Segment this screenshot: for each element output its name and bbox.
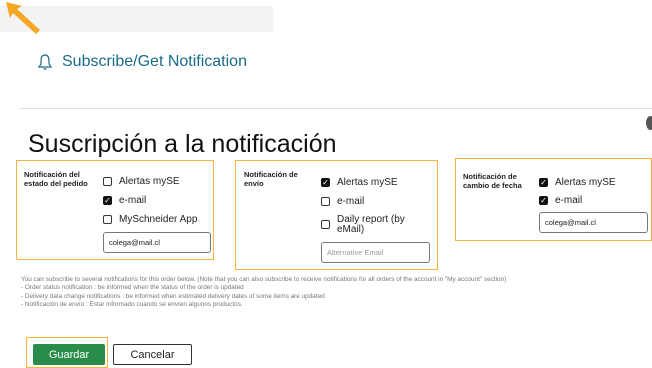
save-button[interactable]: Guardar [33,344,105,365]
info-line: - Notificación de envío : Estar informad… [21,301,243,309]
order-status-option-alertas[interactable]: Alertas mySE [103,176,180,187]
option-label: e-mail [555,195,583,206]
checkbox-email[interactable] [321,197,330,206]
option-label: Alertas mySE [337,177,398,188]
arrow-icon [6,2,40,34]
close-icon[interactable] [646,116,652,130]
checkbox-daily-report[interactable] [321,220,330,229]
shipping-option-daily[interactable]: Daily report (by eMail) [321,215,417,235]
date-change-option-alertas[interactable]: ✓ Alertas mySE [539,177,616,188]
date-change-option-email[interactable]: ✓ e-mail [539,195,582,206]
order-status-label: Notificación del estado del pedido [24,170,88,188]
modal-title: Suscripción a la notificación [28,130,337,158]
subscribe-link-label: Subscribe/Get Notification [62,53,247,70]
option-label: Daily report (by eMail) [337,214,405,235]
checkbox-alertas[interactable] [103,177,112,186]
check-icon[interactable]: ✓ [539,196,548,205]
option-label: Alertas mySE [555,177,616,188]
shipping-option-email[interactable]: e-mail [321,196,364,207]
divider [19,108,652,109]
cancel-button[interactable]: Cancelar [113,344,192,365]
info-line: - Order status notification : be informe… [21,284,244,292]
order-status-option-email[interactable]: ✓ e-mail [103,195,146,206]
checkbox-myschneider-app[interactable] [103,215,112,224]
order-status-option-app[interactable]: MySchneider App [103,214,197,225]
option-label: e-mail [337,196,365,207]
info-line: You can subscribe to several notificatio… [21,276,507,283]
check-icon[interactable]: ✓ [321,178,330,187]
subscribe-link[interactable]: Subscribe/Get Notification [36,50,247,74]
info-line: - Delivery data change notifications : b… [21,292,325,300]
option-label: MySchneider App [119,214,198,225]
order-status-email-field[interactable]: colega@mail.cl [103,232,211,253]
option-label: Alertas mySE [119,176,180,187]
bell-icon [37,54,53,70]
check-icon[interactable]: ✓ [103,196,112,205]
date-change-label: Notificación de cambio de fecha [463,172,522,190]
option-label: e-mail [119,195,147,206]
date-change-email-field[interactable]: colega@mail.cl [539,212,648,233]
shipping-email-field[interactable]: Alternative Email [321,242,430,263]
check-icon[interactable]: ✓ [539,178,548,187]
shipping-label: Notificación de envío [244,170,298,188]
shipping-option-alertas[interactable]: ✓ Alertas mySE [321,177,398,188]
info-text: You can subscribe to several notificatio… [21,276,646,310]
